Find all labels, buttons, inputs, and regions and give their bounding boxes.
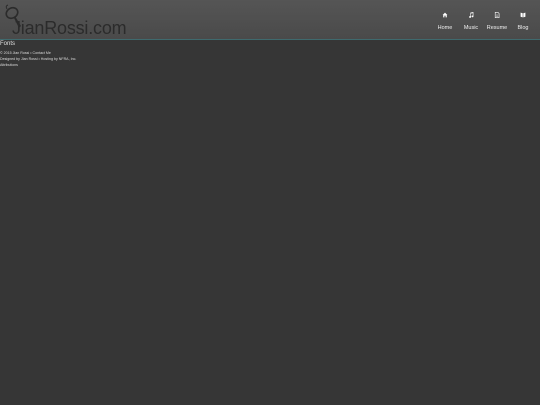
nav-label-resume: Resume: [486, 25, 508, 31]
site-logo[interactable]: JianRossi.com: [3, 4, 128, 38]
main-nav: Home Music Resume Blog: [432, 0, 536, 40]
book-icon: [520, 8, 526, 22]
site-header: JianRossi.com Home Music Resume Blog: [0, 0, 540, 40]
page-title: Fonts: [0, 41, 16, 47]
nav-label-blog: Blog: [517, 25, 529, 31]
logo-text: JianRossi.com: [12, 18, 127, 38]
nav-item-music[interactable]: Music: [458, 0, 484, 40]
home-icon: [442, 8, 448, 22]
main-content: Fonts © 2015 Jian Rossi • Contact Me Des…: [0, 40, 540, 68]
footer-attributions-link[interactable]: Attributions: [0, 62, 540, 68]
nav-label-music: Music: [463, 25, 479, 31]
music-note-icon: [468, 8, 474, 22]
nav-item-resume[interactable]: Resume: [484, 0, 510, 40]
nav-item-home[interactable]: Home: [432, 0, 458, 40]
nav-label-home: Home: [437, 25, 453, 31]
nav-item-blog[interactable]: Blog: [510, 0, 536, 40]
document-icon: [494, 8, 500, 22]
